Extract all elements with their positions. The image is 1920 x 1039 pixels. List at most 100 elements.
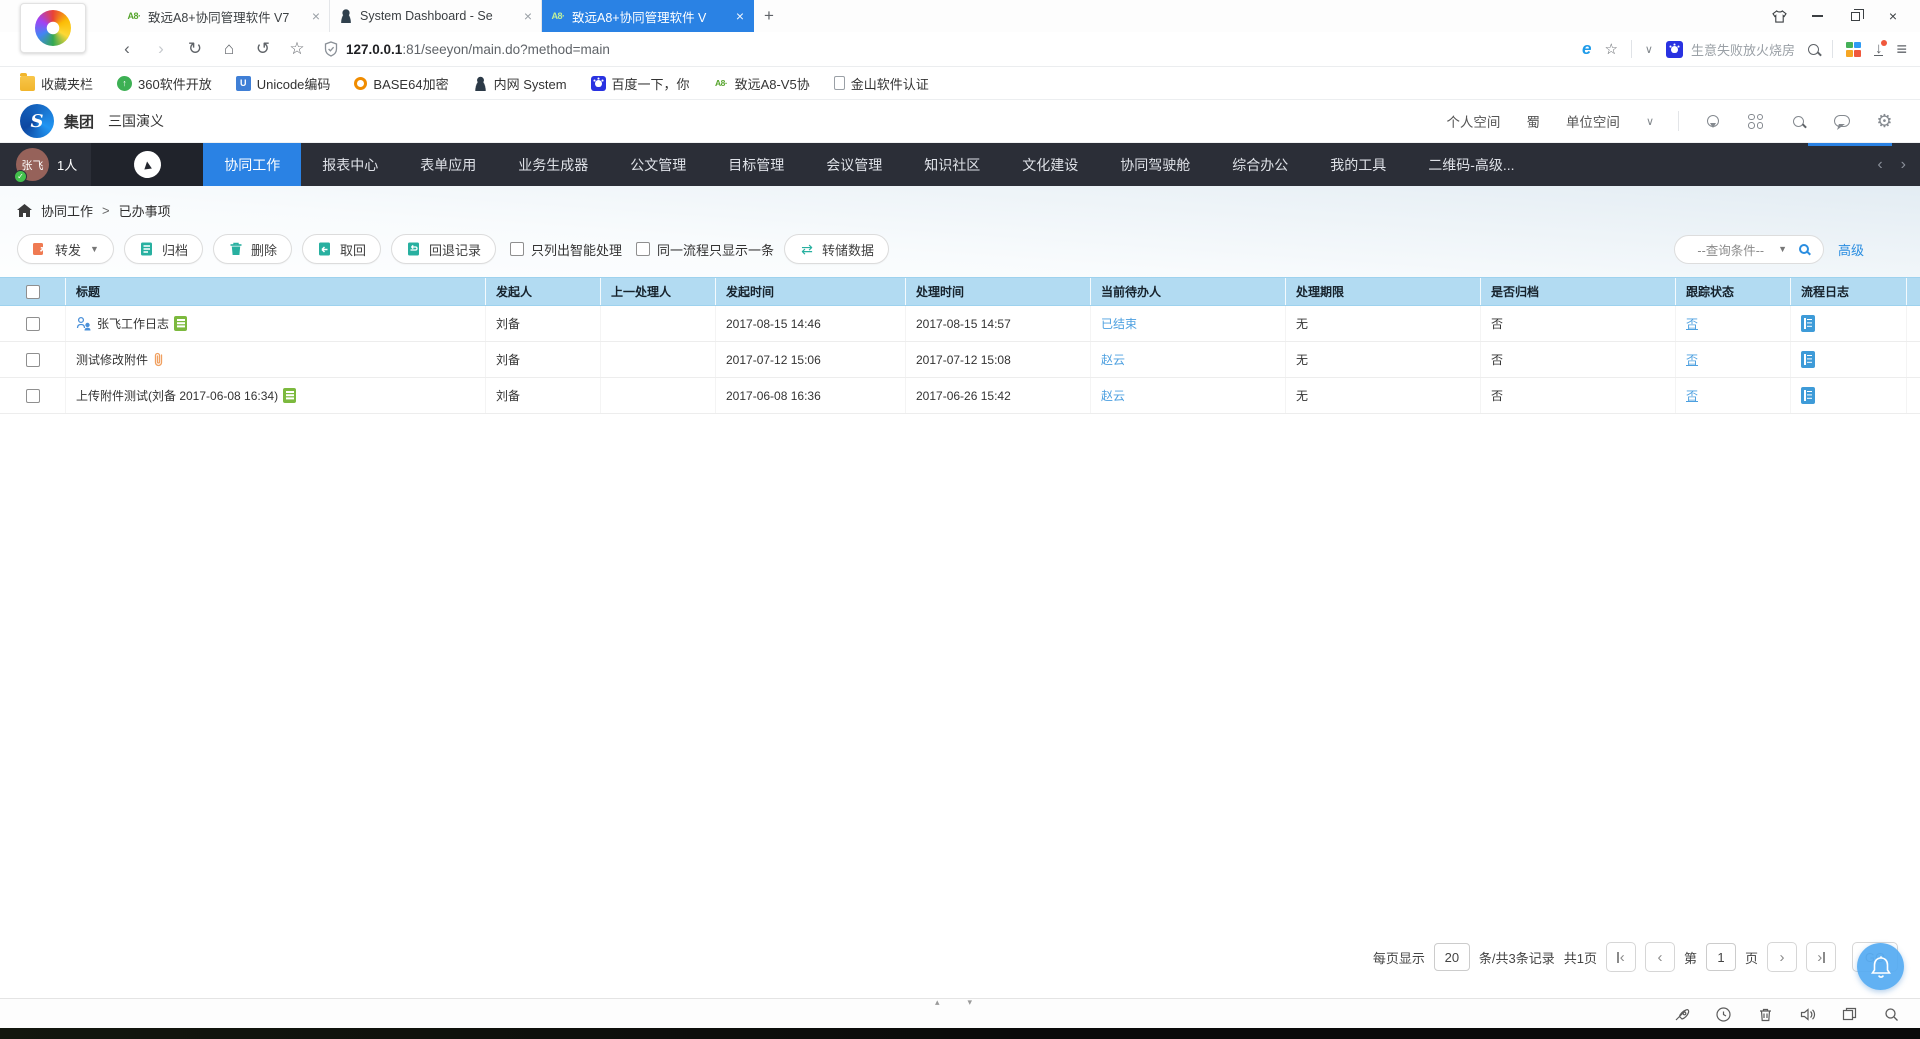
bookmark-item[interactable]: 金山软件认证	[834, 74, 929, 93]
smart-only-checkbox[interactable]: 只列出智能处理	[510, 240, 622, 259]
next-page-button[interactable]: ›	[1767, 942, 1797, 972]
retrieve-button[interactable]: 取回	[302, 234, 381, 264]
bookmark-item[interactable]: A8· 致远A8-V5协	[714, 74, 810, 93]
checkbox-icon[interactable]	[636, 242, 650, 256]
paperclip-icon[interactable]	[153, 352, 164, 367]
back-icon[interactable]: ‹	[112, 35, 142, 63]
per-page-input[interactable]: 20	[1434, 943, 1470, 971]
settings-gear-icon[interactable]: ⚙	[1875, 112, 1894, 131]
forward-button[interactable]: 转发 ▼	[17, 234, 114, 264]
bookmark-item[interactable]: 百度一下，你	[591, 74, 690, 93]
current-handler-link[interactable]: 赵云	[1101, 387, 1125, 404]
browser-tab[interactable]: A8· 致远A8+协同管理软件 V ×	[542, 0, 754, 32]
url-field[interactable]: 127.0.0.1:81/seeyon/main.do?method=main	[324, 41, 1582, 57]
nav-scroll-right-icon[interactable]: ›	[1901, 156, 1906, 174]
nav-scroll-left-icon[interactable]: ‹	[1877, 156, 1882, 174]
column-header[interactable]: 是否归档	[1480, 278, 1675, 305]
unit-space-link[interactable]: 单位空间	[1564, 99, 1622, 143]
message-bubble-icon[interactable]	[1832, 112, 1851, 131]
speed-test-icon[interactable]	[1715, 1006, 1732, 1023]
tab-close-icon[interactable]: ×	[736, 9, 744, 23]
first-page-button[interactable]: ‹	[1606, 942, 1636, 972]
close-button[interactable]: ×	[1874, 0, 1912, 32]
split-window-icon[interactable]	[1841, 1006, 1858, 1023]
minimize-button[interactable]	[1798, 0, 1836, 32]
column-header[interactable]: 发起时间	[715, 278, 905, 305]
search-icon[interactable]	[1808, 44, 1819, 55]
row-title[interactable]: 上传附件测试(刘备 2017-06-08 16:34)	[76, 387, 278, 404]
track-status-link[interactable]: 否	[1686, 351, 1698, 368]
bookmark-item[interactable]: BASE64加密	[354, 74, 448, 93]
note-icon[interactable]	[174, 316, 187, 331]
current-handler-link[interactable]: 已结束	[1101, 315, 1137, 332]
column-header[interactable]: 标题	[65, 278, 485, 305]
table-row[interactable]: 张飞工作日志 刘备 2017-08-15 14:46 2017-08-15 14…	[0, 306, 1920, 342]
quick-search-box[interactable]: 生意失败放火烧房	[1666, 40, 1795, 59]
column-header[interactable]: 发起人	[485, 278, 600, 305]
column-header[interactable]: 当前待办人	[1090, 278, 1285, 305]
row-checkbox[interactable]	[26, 317, 40, 331]
rollback-log-button[interactable]: 回退记录	[391, 234, 496, 264]
bookmark-item[interactable]: Unicode编码	[236, 74, 331, 93]
query-search-icon[interactable]	[1799, 244, 1809, 254]
nav-item[interactable]: 报表中心	[301, 143, 399, 186]
archive-button[interactable]: 归档	[124, 234, 203, 264]
column-header[interactable]: 上一处理人	[600, 278, 715, 305]
title-cell[interactable]: 张飞工作日志	[65, 306, 485, 341]
nav-item[interactable]: 综合办公	[1211, 143, 1309, 186]
space-chevron-icon[interactable]: ∨	[1646, 115, 1654, 128]
tab-close-icon[interactable]: ×	[312, 9, 320, 23]
nav-item[interactable]: 目标管理	[707, 143, 805, 186]
nav-user-area[interactable]: 张飞✓ 1人	[0, 143, 91, 186]
statusbar-collapse-handle[interactable]: ▴ ▾	[935, 997, 972, 1008]
personal-space-link[interactable]: 个人空间	[1444, 99, 1502, 143]
bookmark-item[interactable]: 内网 System	[473, 74, 567, 93]
nav-item[interactable]: 文化建设	[1001, 143, 1099, 186]
page-number-input[interactable]: 1	[1706, 943, 1736, 971]
select-all-checkbox[interactable]	[26, 285, 40, 299]
nav-item[interactable]: 业务生成器	[497, 143, 609, 186]
location-pin-icon[interactable]	[1703, 112, 1722, 131]
nav-item[interactable]: 公文管理	[609, 143, 707, 186]
row-title[interactable]: 张飞工作日志	[97, 315, 169, 332]
dump-data-button[interactable]: ⇄ 转储数据	[784, 234, 889, 264]
table-row[interactable]: 测试修改附件 刘备 2017-07-12 15:06 2017-07-12 15…	[0, 342, 1920, 378]
advanced-search-link[interactable]: 高级	[1838, 240, 1864, 259]
nav-item[interactable]: 协同工作	[203, 143, 301, 186]
title-cell[interactable]: 测试修改附件	[65, 342, 485, 377]
boost-rocket-icon[interactable]	[1673, 1006, 1690, 1023]
one-per-flow-checkbox[interactable]: 同一流程只显示一条	[636, 240, 774, 259]
header-search-icon[interactable]	[1789, 112, 1808, 131]
nav-item[interactable]: 我的工具	[1309, 143, 1407, 186]
forward-icon[interactable]: ›	[146, 35, 176, 63]
collapse-down-icon[interactable]: ▾	[968, 997, 973, 1008]
menu-icon[interactable]: ≡	[1896, 39, 1906, 60]
tab-close-icon[interactable]: ×	[524, 9, 532, 23]
browser-tab[interactable]: System Dashboard - Se ×	[330, 0, 542, 32]
cleaner-trash-icon[interactable]	[1757, 1006, 1774, 1023]
breadcrumb-section[interactable]: 协同工作	[41, 201, 93, 220]
flow-log-icon[interactable]	[1801, 351, 1815, 368]
nav-launcher[interactable]: ▲	[91, 143, 203, 186]
note-icon[interactable]	[283, 388, 296, 403]
home-icon[interactable]	[17, 204, 32, 218]
dropdown-chevron-icon[interactable]: ∨	[1645, 43, 1653, 56]
nav-item[interactable]: 协同驾驶舱	[1099, 143, 1211, 186]
skin-button[interactable]	[1760, 0, 1798, 32]
column-header[interactable]: 处理时间	[905, 278, 1090, 305]
last-page-button[interactable]: ›	[1806, 942, 1836, 972]
column-header[interactable]: 处理期限	[1285, 278, 1480, 305]
delete-button[interactable]: 删除	[213, 234, 292, 264]
prev-page-button[interactable]: ‹	[1645, 942, 1675, 972]
bookmark-item[interactable]: 360软件开放	[117, 74, 212, 93]
restore-button[interactable]	[1836, 0, 1874, 32]
nav-item[interactable]: 表单应用	[399, 143, 497, 186]
track-status-link[interactable]: 否	[1686, 387, 1698, 404]
row-title[interactable]: 测试修改附件	[76, 351, 148, 368]
column-header[interactable]: 流程日志	[1790, 278, 1906, 305]
nav-item[interactable]: 知识社区	[903, 143, 1001, 186]
browser-logo[interactable]	[20, 3, 86, 53]
notification-fab[interactable]	[1857, 943, 1904, 990]
home-icon[interactable]: ⌂	[214, 35, 244, 63]
refresh-icon[interactable]: ↻	[180, 35, 210, 63]
